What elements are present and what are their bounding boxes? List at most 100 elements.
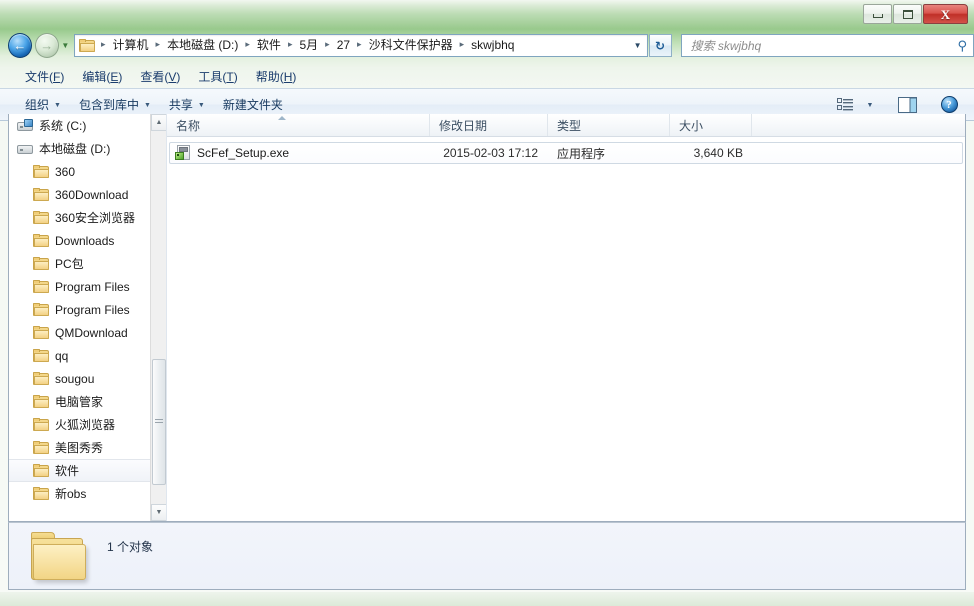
folder-icon — [33, 164, 49, 179]
file-date-cell: 2015-02-03 17:12 — [443, 146, 538, 160]
tree-item-2[interactable]: 360 — [9, 160, 166, 183]
address-dropdown-button[interactable]: ▼ — [629, 35, 647, 56]
menu-item-1[interactable]: 编辑(E) — [73, 66, 131, 87]
file-list: ScFef_Setup.exe 2015-02-03 17:12 应用程序 3,640… — [167, 142, 965, 164]
menu-item-4[interactable]: 帮助(H) — [247, 66, 306, 87]
tree-item-16[interactable]: 新obs — [9, 482, 166, 505]
folder-icon — [33, 486, 49, 501]
tree-item-label: Downloads — [55, 233, 115, 248]
toolbar-item-label: 包含到库中 — [78, 98, 139, 112]
back-arrow-icon: ← — [13, 38, 27, 53]
drive-icon — [17, 142, 33, 156]
table-row[interactable]: ScFef_Setup.exe 2015-02-03 17:12 应用程序 3,640… — [169, 142, 963, 164]
scroll-up-button[interactable]: ▲ — [151, 114, 166, 131]
tree-item-4[interactable]: 360安全浏览器 — [9, 206, 166, 229]
triangle-down-icon: ▼ — [155, 509, 163, 516]
preview-pane-button[interactable] — [892, 93, 922, 117]
tree-item-7[interactable]: Program Files — [9, 275, 166, 298]
address-bar[interactable]: ▸ 计算机 ▸ 本地磁盘 (D:) ▸ 软件 ▸ 5月 ▸ 27 ▸ 沙科文件保护器 ▸ skwjbhq … — [73, 34, 648, 57]
column-label: 修改日期 — [439, 118, 488, 133]
folder-icon — [33, 187, 49, 202]
breadcrumb-item-6[interactable]: skwjbhq — [468, 35, 517, 56]
tree-item-13[interactable]: 火狐浏览器 — [9, 413, 166, 436]
forward-button[interactable]: → — [34, 33, 59, 58]
view-dropdown-button[interactable]: ▼ — [862, 93, 878, 117]
tree-item-5[interactable]: Downloads — [9, 229, 166, 252]
scroll-down-button[interactable]: ▼ — [151, 504, 166, 521]
column-header-size[interactable]: 大小 — [670, 114, 752, 136]
triangle-up-icon: ▲ — [155, 119, 163, 126]
breadcrumb-separator: ▸ — [245, 39, 250, 49]
tree-item-15[interactable]: 软件 — [9, 459, 166, 482]
title-bar: X — [0, 0, 974, 29]
navigation-pane[interactable]: 系统 (C:) 本地磁盘 (D:) 360 360Download 360安全浏览器 Do… — [9, 114, 167, 521]
breadcrumb-item-4[interactable]: 27 — [334, 35, 353, 56]
back-button[interactable]: ← — [8, 33, 32, 58]
breadcrumb-separator: ▸ — [155, 39, 161, 49]
tree-item-0[interactable]: 系统 (C:) — [9, 114, 166, 137]
folder-icon-large — [31, 530, 91, 582]
maximize-button[interactable] — [893, 4, 922, 24]
command-bar-right: ▼ ? — [830, 93, 974, 117]
close-button[interactable]: X — [923, 4, 968, 24]
tree-item-label: PC包 — [55, 257, 84, 271]
file-list-pane[interactable]: 名称 修改日期 类型 大小 ScFef_Setup.exe 2015-02-03 … — [167, 114, 965, 521]
minimize-button[interactable] — [863, 4, 892, 24]
column-header-type[interactable]: 类型 — [548, 114, 670, 136]
folder-icon — [33, 256, 49, 271]
chevron-down-icon: ▼ — [197, 102, 205, 109]
tree-item-12[interactable]: 电脑管家 — [9, 390, 166, 413]
menu-item-label: 工具( — [198, 69, 227, 84]
breadcrumb-item-5[interactable]: 沙科文件保护器 — [366, 35, 456, 56]
folder-icon — [33, 463, 49, 478]
menu-item-2[interactable]: 查看(V) — [131, 66, 189, 87]
tree-item-label: 360Download — [55, 187, 129, 202]
recent-pages-button[interactable]: ▼ — [59, 33, 72, 58]
tree-item-6[interactable]: PC包 — [9, 252, 166, 275]
column-header-date[interactable]: 修改日期 — [430, 114, 548, 136]
tree-item-label: 系统 (C:) — [39, 119, 87, 133]
tree-item-9[interactable]: QMDownload — [9, 321, 166, 344]
column-label: 名称 — [176, 118, 201, 133]
navigation-pane-scrollbar[interactable]: ▲ ▼ — [150, 114, 166, 521]
tree-item-14[interactable]: 美图秀秀 — [9, 436, 166, 459]
refresh-button[interactable]: ↻ — [648, 34, 672, 57]
search-box[interactable]: 搜索 skwjbhq ⚲ — [680, 34, 974, 57]
change-view-button[interactable] — [830, 93, 860, 117]
tree-item-1[interactable]: 本地磁盘 (D:) — [9, 137, 166, 160]
help-button[interactable]: ? — [934, 93, 964, 117]
breadcrumb-item-3[interactable]: 5月 — [296, 35, 321, 56]
menu-item-label: 文件( — [25, 69, 53, 84]
chevron-down-icon: ▼ — [54, 102, 61, 109]
scrollbar-thumb[interactable] — [152, 359, 166, 485]
system-drive-icon — [17, 118, 33, 133]
column-header-name[interactable]: 名称 — [167, 114, 430, 136]
breadcrumb-separator: ▸ — [100, 39, 106, 49]
file-size-cell: 3,640 KB — [693, 146, 743, 160]
menu-item-3[interactable]: 工具(T) — [189, 66, 246, 87]
tree-item-8[interactable]: Program Files — [9, 298, 166, 321]
tree-item-label: 360安全浏览器 — [55, 211, 136, 225]
tree-item-11[interactable]: sougou — [9, 367, 166, 390]
menu-item-0[interactable]: 文件(F) — [16, 66, 73, 87]
forward-arrow-icon: → — [40, 38, 54, 53]
breadcrumb-item-1[interactable]: 本地磁盘 (D:) — [164, 35, 241, 56]
tree-item-3[interactable]: 360Download — [9, 183, 166, 206]
column-header-row: 名称 修改日期 类型 大小 — [167, 114, 965, 137]
breadcrumb-item-2[interactable]: 软件 — [254, 35, 284, 56]
chevron-down-icon: ▼ — [61, 41, 70, 50]
tree-item-label: 软件 — [55, 464, 80, 478]
folder-icon — [33, 210, 49, 225]
tree-item-10[interactable]: qq — [9, 344, 166, 367]
tree-item-label: Program Files — [55, 279, 130, 294]
item-count-status: 1 个对象 — [107, 540, 154, 554]
search-input[interactable]: 搜索 skwjbhq — [682, 37, 762, 54]
breadcrumb-item-0[interactable]: 计算机 — [110, 35, 152, 56]
toolbar-item-label: 共享 — [168, 98, 193, 112]
breadcrumb-separator: ▸ — [325, 39, 330, 49]
folder-icon — [33, 325, 49, 340]
minimize-icon — [872, 14, 883, 18]
tree-item-label: 新obs — [55, 487, 87, 501]
menu-item-label-close: ) — [118, 69, 123, 84]
tree-item-label: 美图秀秀 — [55, 441, 104, 455]
